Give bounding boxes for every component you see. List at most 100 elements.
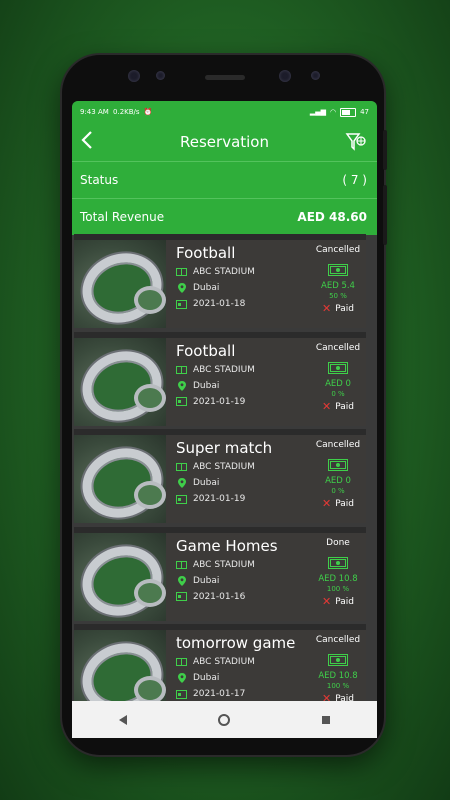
stadium-name: ABC STADIUM xyxy=(193,267,255,277)
payment-status: ✕ Paid xyxy=(310,497,366,511)
location-pin-icon xyxy=(176,478,187,488)
stadium-icon xyxy=(176,560,187,569)
stadium-line: ABC STADIUM xyxy=(176,459,310,475)
city-name: Dubai xyxy=(193,673,220,683)
calendar-icon xyxy=(176,592,187,601)
app-screen: 9:43 AM 0.2KB/s ⏰ ▂▄▆ ◠ 47 Reservation S… xyxy=(72,101,377,701)
battery-icon xyxy=(340,107,357,117)
refund-percent: 0 % xyxy=(331,487,345,495)
status-bar-left: 9:43 AM 0.2KB/s ⏰ xyxy=(80,108,153,116)
front-camera xyxy=(128,70,140,82)
refund-amount: AED 0 xyxy=(325,378,351,389)
filter-icon[interactable] xyxy=(345,132,367,156)
phone-power-button xyxy=(383,185,387,245)
back-arrow-icon[interactable] xyxy=(80,129,94,157)
stadium-name: ABC STADIUM xyxy=(193,462,255,472)
payment-label: Paid xyxy=(335,304,354,314)
nav-recents-icon[interactable] xyxy=(311,708,341,732)
refund-percent: 0 % xyxy=(331,389,345,398)
stadium-icon xyxy=(176,658,187,666)
date-line: 2021-01-16 xyxy=(176,589,310,605)
status-bar: 9:43 AM 0.2KB/s ⏰ ▂▄▆ ◠ 47 xyxy=(72,101,377,123)
clock: 9:43 AM xyxy=(80,108,109,116)
revenue-row: Total Revenue AED 48.60 xyxy=(72,198,377,235)
app-bar: Reservation xyxy=(72,123,377,161)
refund-percent: 100 % xyxy=(326,682,350,690)
date-line: 2021-01-17 xyxy=(176,686,310,701)
x-icon: ✕ xyxy=(322,594,332,608)
refund-amount: AED 5.4 xyxy=(321,281,355,291)
reservation-info: Football ABC STADIUM Dubai 2021-01-19 xyxy=(166,338,310,426)
status-count: ( 7 ) xyxy=(342,173,367,187)
stadium-name: ABC STADIUM xyxy=(193,559,255,570)
reservation-date: 2021-01-16 xyxy=(193,591,246,602)
stadium-ring-small xyxy=(134,383,166,412)
city-name: Dubai xyxy=(193,478,220,488)
reservation-card[interactable]: Football ABC STADIUM Dubai 2021-01-19 Ca… xyxy=(74,331,366,426)
reservation-card[interactable]: Football ABC STADIUM Dubai 2021-01-18 Ca… xyxy=(74,234,366,328)
stadium-line: ABC STADIUM xyxy=(176,557,310,573)
city-name: Dubai xyxy=(193,575,220,586)
front-camera-secondary xyxy=(279,70,291,82)
x-icon: ✕ xyxy=(322,302,332,315)
cash-icon xyxy=(328,554,348,573)
location-pin-icon xyxy=(176,380,187,391)
reservation-info: Football ABC STADIUM Dubai 2021-01-18 xyxy=(166,240,310,328)
cash-icon xyxy=(328,651,348,670)
calendar-icon xyxy=(176,689,187,699)
x-icon: ✕ xyxy=(322,497,332,510)
x-icon: ✕ xyxy=(322,692,332,701)
date-line: 2021-01-19 xyxy=(176,394,310,410)
signal-icon: ▂▄▆ xyxy=(309,108,326,116)
alarm-icon: ⏰ xyxy=(143,108,153,116)
reservation-status-panel: Cancelled AED 0 0 % ✕ Paid xyxy=(310,338,366,426)
reservation-date: 2021-01-18 xyxy=(193,299,246,309)
app-header: 9:43 AM 0.2KB/s ⏰ ▂▄▆ ◠ 47 Reservation S… xyxy=(72,101,377,235)
city-name: Dubai xyxy=(193,283,220,293)
reservation-name: Super match xyxy=(176,439,273,457)
status-row[interactable]: Status ( 7 ) xyxy=(72,161,377,198)
nav-home-icon[interactable] xyxy=(209,708,239,732)
date-line: 2021-01-18 xyxy=(176,296,310,312)
status-badge: Done xyxy=(326,537,350,548)
cash-icon xyxy=(328,359,348,378)
status-badge: Cancelled xyxy=(315,635,361,645)
status-badge: Cancelled xyxy=(315,342,361,353)
reservation-name: Game Homes xyxy=(176,536,278,555)
location-pin-icon xyxy=(176,283,187,293)
stadium-ring-small xyxy=(134,676,166,701)
revenue-label: Total Revenue xyxy=(80,210,165,224)
stadium-name: ABC STADIUM xyxy=(193,364,255,375)
revenue-value: AED 48.60 xyxy=(297,210,367,224)
calendar-icon xyxy=(176,494,187,504)
battery-level: 47 xyxy=(360,108,369,116)
city-line: Dubai xyxy=(176,670,310,686)
reservation-info: tomorrow game ABC STADIUM Dubai 2021-01-… xyxy=(166,630,310,701)
stadium-line: ABC STADIUM xyxy=(176,654,310,670)
reservation-date: 2021-01-19 xyxy=(193,396,246,407)
stadium-ring-small xyxy=(134,286,166,314)
reservation-card[interactable]: Super match ABC STADIUM Dubai 2021-01-19 xyxy=(74,429,366,523)
wifi-icon: ◠ xyxy=(329,108,337,116)
calendar-icon xyxy=(176,299,187,309)
cash-icon xyxy=(328,456,348,475)
stadium-thumbnail xyxy=(74,630,166,701)
stadium-ring-small xyxy=(134,578,166,607)
payment-label: Paid xyxy=(335,401,354,412)
reservation-name: tomorrow game xyxy=(176,634,296,652)
payment-label: Paid xyxy=(335,499,354,509)
nav-back-icon[interactable] xyxy=(108,708,138,732)
refund-percent: 100 % xyxy=(326,584,350,593)
cash-icon xyxy=(328,261,348,280)
stadium-name: ABC STADIUM xyxy=(193,657,255,667)
calendar-icon xyxy=(176,397,187,406)
stadium-icon xyxy=(176,365,187,374)
proximity-sensor xyxy=(311,71,320,80)
refund-amount: AED 0 xyxy=(325,476,351,486)
location-pin-icon xyxy=(176,673,187,683)
reservation-status-panel: Cancelled AED 10.8 100 % ✕ Paid xyxy=(310,630,366,701)
phone-volume-button xyxy=(383,130,387,170)
front-sensor xyxy=(156,71,165,80)
reservation-card[interactable]: tomorrow game ABC STADIUM Dubai 2021-01-… xyxy=(74,624,366,701)
reservation-card[interactable]: Game Homes ABC STADIUM Dubai 2021-01-16 xyxy=(74,526,366,621)
